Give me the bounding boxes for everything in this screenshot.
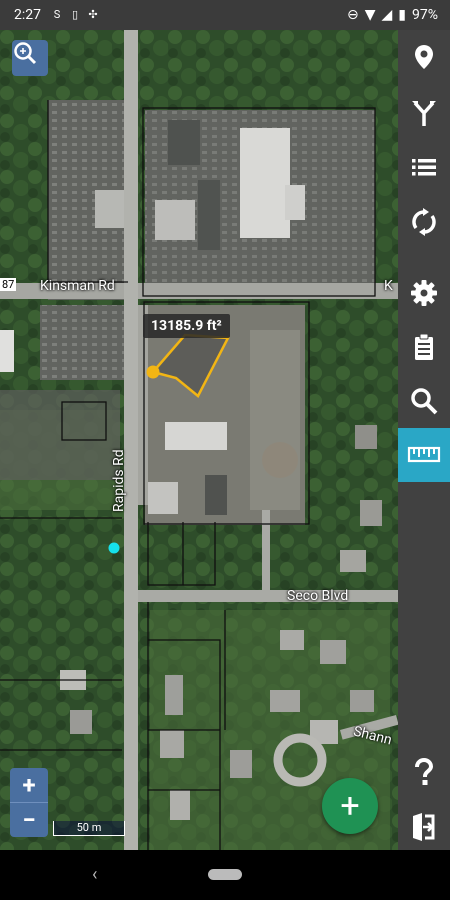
sync-button[interactable]	[398, 195, 450, 249]
fan-icon: ✣	[88, 8, 98, 21]
area-measurement-badge: 13185.9 ft²	[143, 314, 230, 338]
zoom-extent-icon	[14, 42, 37, 65]
back-icon[interactable]: ‹	[92, 864, 97, 885]
map-toolbar	[398, 30, 450, 850]
battery-level: 97%	[412, 7, 438, 23]
settings-button[interactable]	[398, 266, 450, 320]
clipboard-button[interactable]	[398, 320, 450, 374]
merge-button[interactable]	[398, 86, 450, 140]
signal-icon: ◢	[381, 7, 393, 23]
road-label-rapids: Rapids Rd	[111, 449, 127, 512]
road-label-kinsman-right: K	[384, 278, 393, 294]
notification-icon: S	[53, 8, 61, 21]
navigation-bar: ‹	[0, 850, 450, 900]
location-button[interactable]	[398, 30, 450, 84]
zoom-control: + −	[10, 768, 48, 837]
scale-bar: 50 m	[53, 821, 125, 836]
list-icon	[412, 159, 436, 176]
battery-icon: ▮	[398, 7, 406, 23]
help-button[interactable]	[398, 745, 450, 799]
settings-icon	[411, 280, 437, 306]
map-view[interactable]: Kinsman Rd K 87 Rapids Rd Seco Blvd Shan…	[0, 30, 398, 850]
clipboard-icon	[415, 333, 433, 360]
search-button[interactable]	[398, 374, 450, 428]
zoom-out-button[interactable]: −	[10, 803, 48, 837]
phone-icon: ▯	[71, 8, 79, 21]
add-feature-button[interactable]: +	[322, 778, 378, 834]
status-time: 2:27	[14, 7, 41, 23]
exit-button[interactable]	[398, 800, 450, 854]
dnd-icon: ⊖	[346, 7, 359, 23]
exit-icon	[413, 813, 435, 841]
list-button[interactable]	[398, 140, 450, 194]
help-icon	[415, 757, 434, 785]
search-icon	[411, 388, 438, 415]
route-shield: 87	[0, 278, 17, 291]
measure-button[interactable]	[398, 428, 450, 482]
merge-icon	[412, 101, 436, 126]
status-bar: 2:27 S ▯ ✣ ⊖ ▼ ◢ ▮ 97%	[0, 0, 450, 30]
ruler-icon	[407, 446, 441, 463]
satellite-imagery	[0, 30, 398, 850]
road-label-kinsman: Kinsman Rd	[40, 278, 115, 294]
zoom-to-extent-button[interactable]	[12, 40, 48, 76]
sync-icon	[412, 208, 436, 236]
zoom-in-button[interactable]: +	[10, 768, 48, 803]
road-label-seco: Seco Blvd	[287, 588, 349, 604]
location-pin-icon	[415, 45, 433, 69]
home-handle[interactable]	[208, 869, 242, 880]
wifi-icon: ▼	[364, 7, 376, 23]
